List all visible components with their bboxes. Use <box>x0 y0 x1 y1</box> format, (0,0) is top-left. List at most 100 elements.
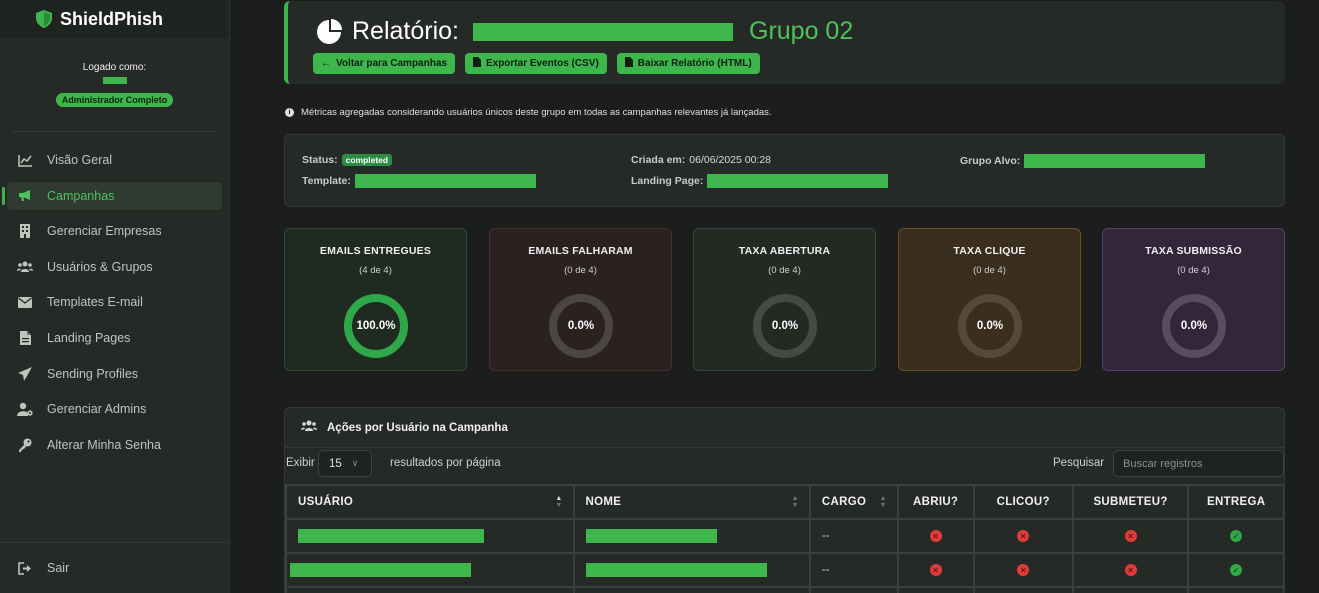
sort-icon: ▲ ▼ <box>555 495 563 509</box>
usuario-redacted <box>290 563 471 577</box>
status-badge: completed <box>341 154 393 166</box>
user-box: Logado como: Administrador Completo <box>12 38 217 132</box>
sidebar-item-label: Visão Geral <box>47 153 113 167</box>
download-button-label: Baixar Relatório (HTML) <box>637 58 752 69</box>
sidebar-item-gerenciar-admins[interactable]: Gerenciar Admins <box>7 395 222 423</box>
export-button-label: Exportar Eventos (CSV) <box>485 58 599 69</box>
progress-ring: 0.0% <box>958 294 1022 358</box>
sidebar-item-alterar-senha[interactable]: Alterar Minha Senha <box>7 431 222 459</box>
stat-percent: 0.0% <box>567 320 595 332</box>
back-button-label: Voltar para Campanhas <box>336 58 447 69</box>
landing-page-field: Landing Page: <box>631 174 889 188</box>
stat-percent: 100.0% <box>356 320 396 332</box>
export-csv-button[interactable]: Exportar Eventos (CSV) <box>464 53 607 74</box>
table-controls: Exibir 15 ∨ resultados por página Pesqui… <box>285 449 1284 483</box>
per-page-label: resultados por página <box>390 457 501 469</box>
x-circle-icon: ✕ <box>1017 530 1030 543</box>
table-header-row: USUÁRIO ▲ ▼ NOME ▲ ▼ CARGO ▲ ▼ ABRIU? CLICOU? … <box>285 484 1284 520</box>
cell-abriu <box>896 586 975 593</box>
sidebar-item-label: Campanhas <box>47 188 115 203</box>
progress-ring: 0.0% <box>1162 294 1226 358</box>
key-icon <box>17 438 33 452</box>
sidebar-item-usuarios-grupos[interactable]: Usuários & Grupos <box>7 253 222 281</box>
cell-abriu: ✕ <box>896 518 975 554</box>
sort-icon: ▲ ▼ <box>879 495 887 509</box>
stat-percent: 0.0% <box>976 320 1004 332</box>
campaign-name-redacted <box>473 22 733 41</box>
col-nome[interactable]: NOME ▲ ▼ <box>572 484 811 520</box>
user-actions-card: Ações por Usuário na Campanha Exibir 15 … <box>284 407 1285 593</box>
brand[interactable]: ShieldPhish <box>0 0 229 38</box>
sidebar-item-templates-email[interactable]: Templates E-mail <box>7 288 222 316</box>
sidebar-item-landing-pages[interactable]: Landing Pages <box>7 324 222 352</box>
cell-nome <box>572 586 811 593</box>
table-row <box>285 586 1284 593</box>
stat-subtitle: (0 de 4) <box>1177 265 1210 276</box>
cell-clicou: ✕ <box>972 552 1074 588</box>
title-label: Relatório: <box>352 17 459 45</box>
download-report-button[interactable]: Baixar Relatório (HTML) <box>616 53 760 74</box>
sidebar-item-gerenciar-empresas[interactable]: Gerenciar Empresas <box>7 217 222 245</box>
sort-icon: ▲ ▼ <box>791 495 799 509</box>
user-actions-title: Ações por Usuário na Campanha <box>327 421 508 434</box>
landing-page-redacted <box>707 174 889 188</box>
stat-subtitle: (0 de 4) <box>973 265 1006 276</box>
info-icon: i <box>285 108 294 117</box>
x-circle-icon: ✕ <box>1017 564 1030 577</box>
col-cargo[interactable]: CARGO ▲ ▼ <box>808 484 899 520</box>
sidebar-item-label: Gerenciar Empresas <box>47 224 162 239</box>
sidebar-item-visao-geral[interactable]: Visão Geral <box>7 146 222 174</box>
usuario-redacted <box>298 529 484 543</box>
template-field: Template: <box>302 174 536 188</box>
sidebar-item-label: Gerenciar Admins <box>47 402 147 417</box>
cell-entrega <box>1187 586 1284 593</box>
info-text: Métricas agregadas considerando usuários… <box>301 107 772 118</box>
col-usuario[interactable]: USUÁRIO ▲ ▼ <box>285 484 575 520</box>
arrow-left-icon: ← <box>321 58 331 69</box>
cell-cargo: -- <box>808 552 899 588</box>
col-label: ENTREGA <box>1207 496 1266 508</box>
stat-title: EMAILS FALHARAM <box>528 245 633 257</box>
col-label: SUBMETEU? <box>1093 496 1168 508</box>
file-icon <box>624 57 633 70</box>
cell-nome <box>572 518 811 554</box>
cell-usuario <box>285 518 575 554</box>
cell-abriu: ✕ <box>896 552 975 588</box>
stat-card-emails-falharam: EMAILS FALHARAM (0 de 4) 0.0% <box>489 228 672 371</box>
stat-card-taxa-abertura: TAXA ABERTURA (0 de 4) 0.0% <box>693 228 876 371</box>
stat-title: EMAILS ENTREGUES <box>319 245 432 257</box>
stat-percent: 0.0% <box>1180 320 1208 332</box>
cell-cargo: -- <box>808 518 899 554</box>
progress-ring: 0.0% <box>549 294 613 358</box>
stat-subtitle: (4 de 4) <box>359 265 392 276</box>
back-to-campaigns-button[interactable]: ← Voltar para Campanhas <box>313 53 455 74</box>
page-title: Relatório: Grupo 02 <box>316 17 853 46</box>
search-input[interactable] <box>1113 450 1284 477</box>
users-icon <box>301 420 317 435</box>
col-abriu: ABRIU? <box>896 484 975 520</box>
sidebar-item-sending-profiles[interactable]: Sending Profiles <box>7 360 222 388</box>
stat-subtitle: (0 de 4) <box>768 265 801 276</box>
building-icon <box>17 224 33 239</box>
cell-clicou <box>972 586 1074 593</box>
sidebar-item-campanhas[interactable]: Campanhas <box>2 181 222 210</box>
col-clicou: CLICOU? <box>972 484 1074 520</box>
cell-submeteu <box>1071 586 1190 593</box>
logged-as-label: Logado como: <box>82 62 147 73</box>
user-actions-header: Ações por Usuário na Campanha <box>285 408 1284 448</box>
logout-label: Sair <box>47 561 70 575</box>
page-size-select[interactable]: 15 ∨ <box>318 450 372 477</box>
target-group-redacted <box>1024 154 1206 168</box>
col-label: CARGO <box>821 496 867 508</box>
role-badge: Administrador Completo <box>55 93 174 107</box>
target-group-field: Grupo Alvo: <box>960 154 1206 168</box>
sidebar: ShieldPhish Logado como: Administrador C… <box>0 0 230 593</box>
chevron-down-icon: ∨ <box>351 458 359 468</box>
sidebar-nav: Visão Geral Campanhas Gerenciar Empresas… <box>0 146 229 459</box>
nome-redacted <box>585 563 767 577</box>
cell-nome <box>572 552 811 588</box>
logout-button[interactable]: Sair <box>0 542 229 593</box>
campaign-details: Status: completed Template: Criada em: 0… <box>284 134 1285 207</box>
cell-entrega: ✓ <box>1187 518 1284 554</box>
info-note: i Métricas agregadas considerando usuári… <box>285 107 772 118</box>
